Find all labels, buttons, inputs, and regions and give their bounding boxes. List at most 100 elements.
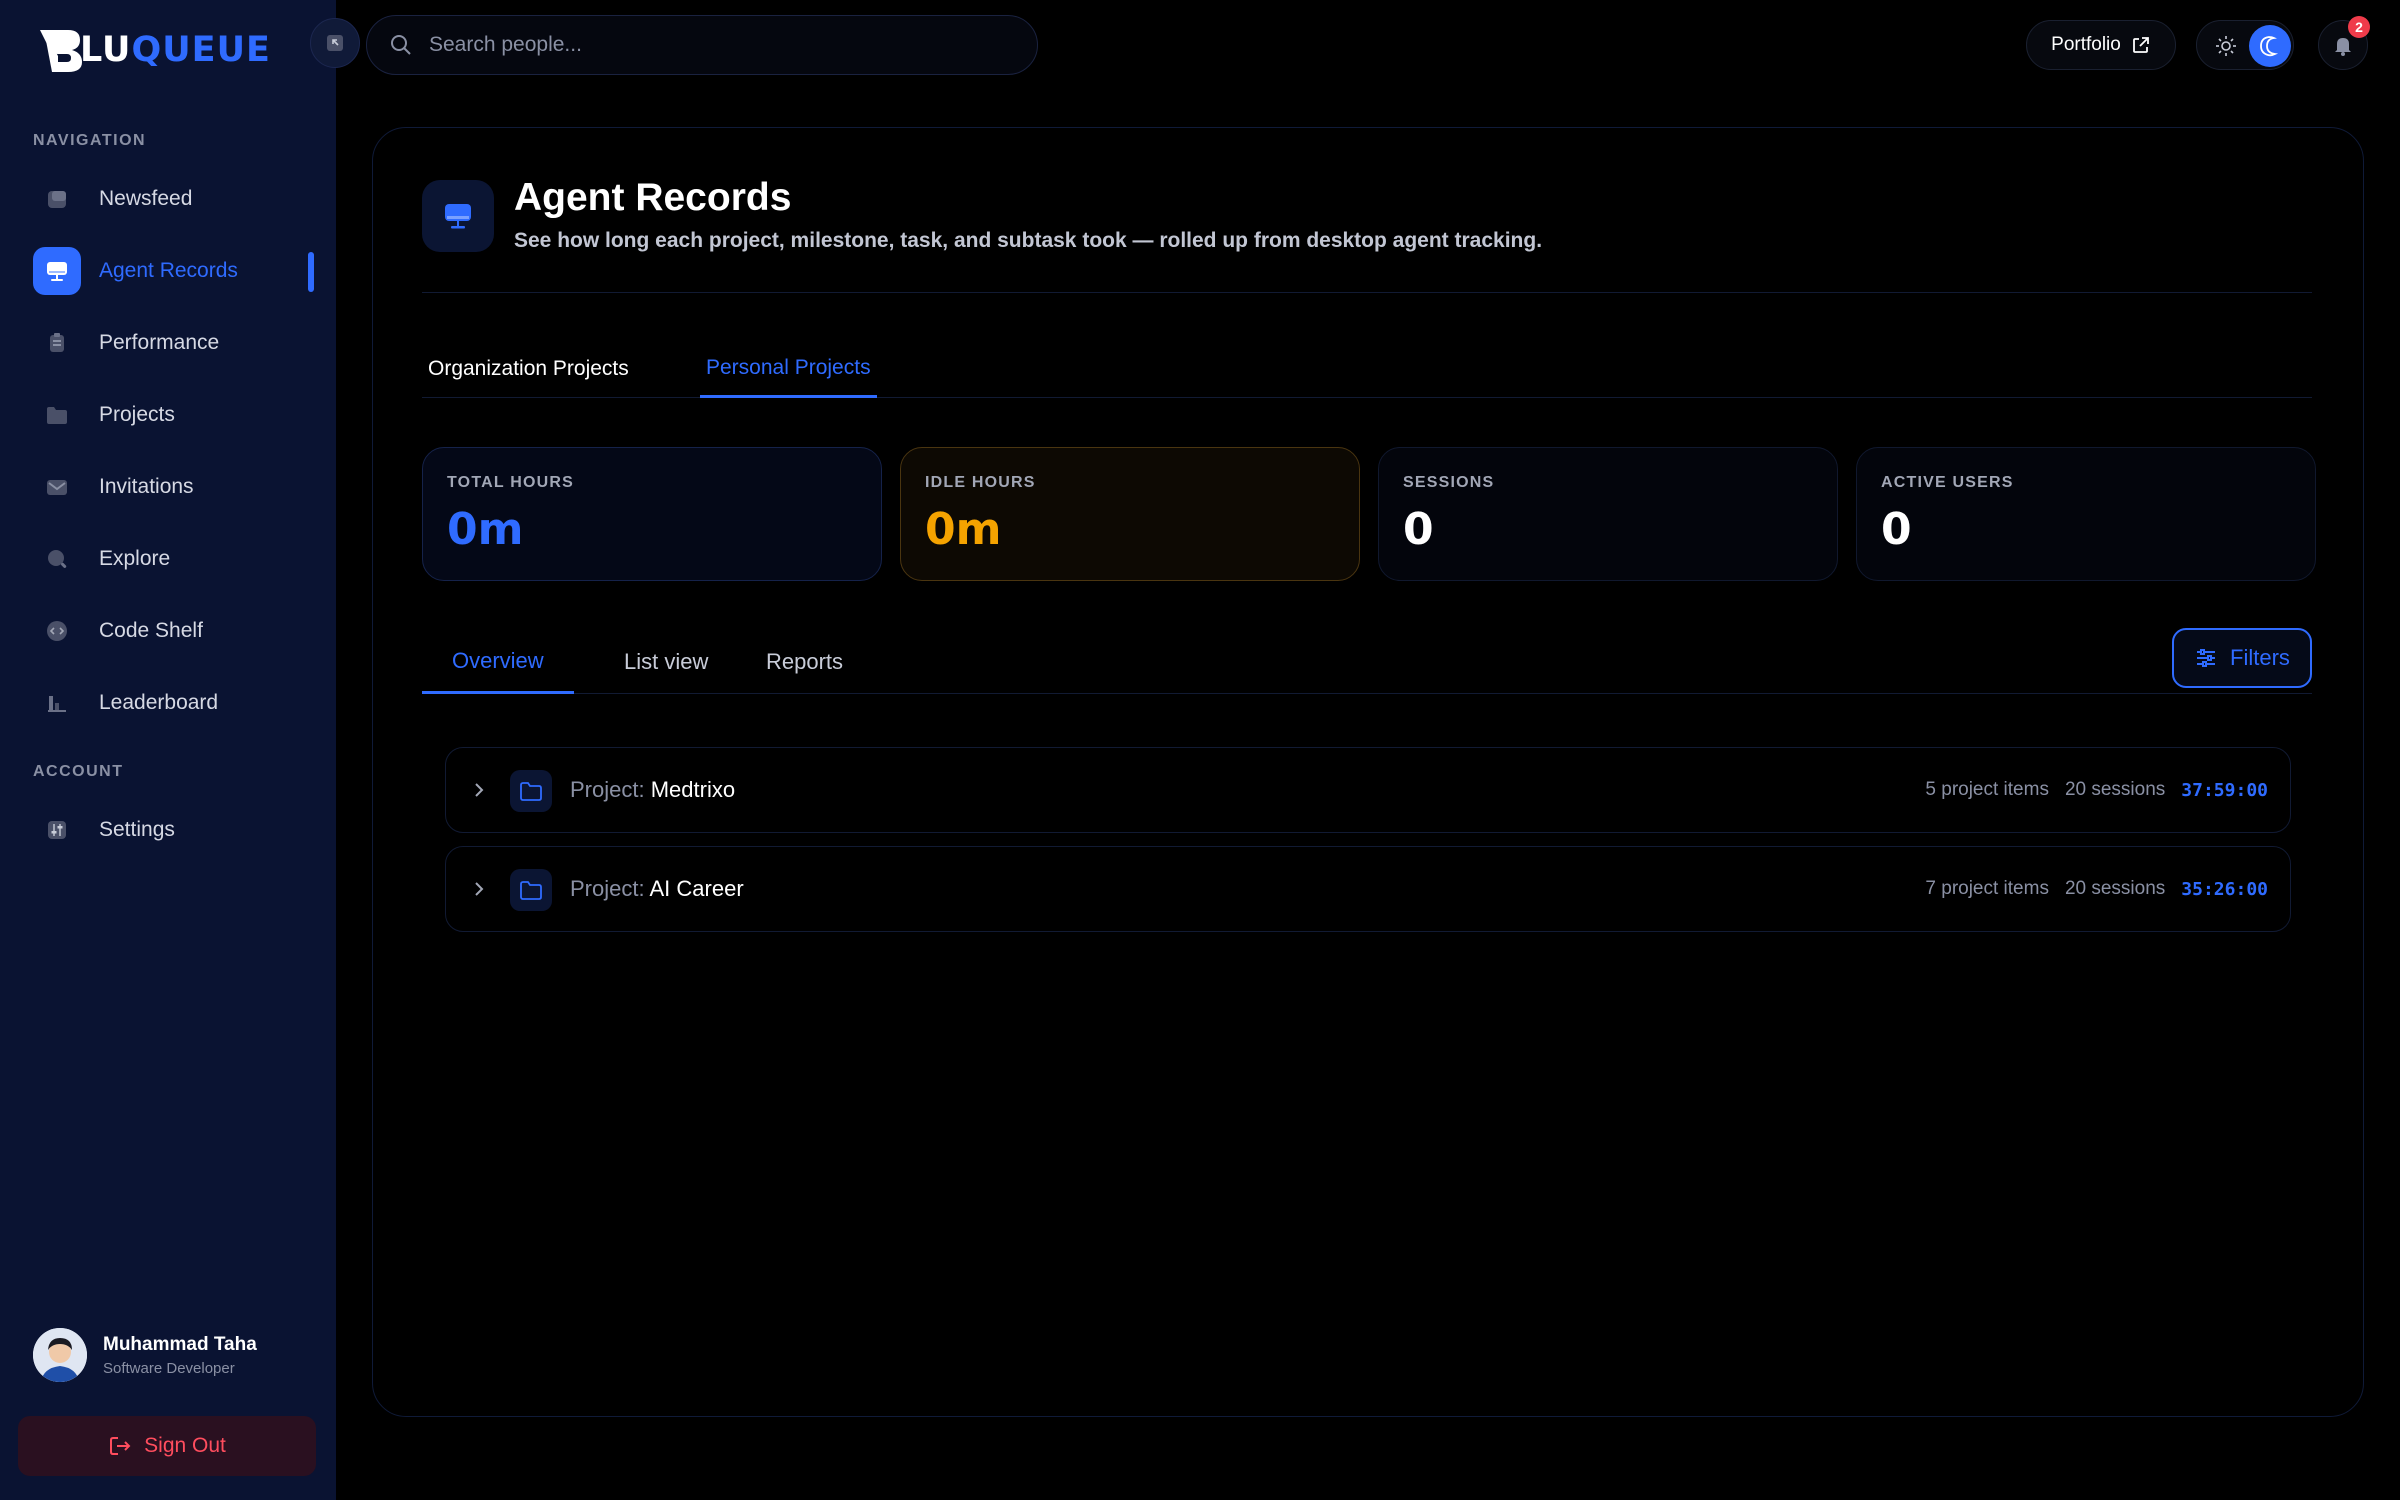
sun-icon[interactable] [2207,27,2245,65]
bell-icon [2335,38,2351,56]
stat-total-hours: TOTAL HOURS 0m [422,447,882,581]
tab-personal-projects[interactable]: Personal Projects [700,340,877,398]
project-items: 7 project items [1925,878,2049,899]
stat-label: IDLE HOURS [925,474,1036,491]
sidebar-item-label: Leaderboard [99,691,219,714]
user-role: Software Developer [103,1359,235,1377]
project-scope-tabs: Organization Projects Personal Projects [422,340,2312,398]
sidebar-item-settings[interactable]: Settings [33,806,313,854]
folder-icon [33,391,81,439]
stat-value: 0m [925,504,1002,555]
moon-icon[interactable] [2249,25,2291,67]
chevron-right-icon[interactable] [472,779,486,801]
sidebar-item-label: Agent Records [99,259,238,282]
stat-idle-hours: IDLE HOURS 0m [900,447,1360,581]
clipboard-icon [33,319,81,367]
brand-queue: QUEUE [131,30,271,70]
sidebar-item-label: Code Shelf [99,619,203,642]
search-input[interactable] [429,33,989,57]
project-duration: 35:26:00 [2181,878,2268,900]
search-icon [33,535,81,583]
sidebar-item-label: Settings [99,818,175,841]
brand-lu: LU [80,30,132,70]
monitor-icon [422,180,494,252]
sidebar-item-performance[interactable]: Performance [33,319,313,367]
theme-toggle[interactable] [2196,20,2294,70]
newsfeed-icon [33,175,81,223]
project-items: 5 project items [1925,779,2049,800]
code-icon [33,607,81,655]
tab-list-view[interactable]: List view [594,630,738,694]
logout-icon [110,1437,131,1455]
sidebar-item-explore[interactable]: Explore [33,535,313,583]
view-tabs: Overview List view Reports [422,630,2312,694]
project-sessions: 20 sessions [2064,878,2166,899]
settings-icon [33,806,81,854]
tab-reports[interactable]: Reports [736,630,873,694]
stat-value: 0m [447,504,524,555]
external-link-icon [2132,37,2149,53]
chevron-right-icon[interactable] [472,878,486,900]
stat-value: 0 [1403,504,1434,555]
sidebar-item-invitations[interactable]: Invitations [33,463,313,511]
project-duration: 37:59:00 [2181,779,2268,801]
project-name: Project: AI Career [570,876,744,902]
filters-label: Filters [2230,645,2290,670]
mail-icon [33,463,81,511]
project-sessions: 20 sessions [2064,779,2166,800]
stat-sessions: SESSIONS 0 [1378,447,1838,581]
project-title: Medtrixo [650,777,736,802]
tab-organization-projects[interactable]: Organization Projects [422,340,635,398]
tab-overview[interactable]: Overview [422,630,574,694]
divider [422,292,2312,293]
stat-label: TOTAL HOURS [447,474,574,491]
project-title: AI Career [649,876,744,901]
project-meta: 7 project items 20 sessions 35:26:00 [1925,878,2268,900]
logo-mark-icon [40,30,82,72]
collapse-sidebar-button[interactable] [310,18,360,68]
sliders-icon [2197,649,2216,667]
notification-badge: 2 [2348,16,2370,38]
portfolio-label: Portfolio [2051,34,2121,55]
stat-value: 0 [1881,504,1912,555]
project-row[interactable]: Project: AI Career 7 project items 20 se… [445,846,2291,932]
brand-logo[interactable]: LU QUEUE [38,26,271,74]
user-name: Muhammad Taha [103,1333,257,1355]
project-prefix: Project: [570,876,645,901]
sidebar-item-leaderboard[interactable]: Leaderboard [33,679,313,727]
sidebar-item-label: Invitations [99,475,194,498]
nav-heading: NAVIGATION [33,132,147,149]
account-heading: ACCOUNT [33,763,124,780]
sidebar-item-label: Projects [99,403,175,426]
sidebar: LU QUEUE NAVIGATION Newsfeed Agent Record… [0,0,336,1500]
sidebar-item-agent-records[interactable]: Agent Records [33,247,313,295]
stat-active-users: ACTIVE USERS 0 [1856,447,2316,581]
portfolio-button[interactable]: Portfolio [2026,20,2176,70]
stat-label: SESSIONS [1403,474,1495,491]
sidebar-item-newsfeed[interactable]: Newsfeed [33,175,313,223]
project-prefix: Project: [570,777,645,802]
sidebar-item-projects[interactable]: Projects [33,391,313,439]
folder-icon [510,869,552,911]
folder-icon [510,770,552,812]
filters-button[interactable]: Filters [2172,628,2312,688]
search-bar[interactable] [366,15,1038,75]
page-subtitle: See how long each project, milestone, ta… [514,229,1543,252]
user-card[interactable]: Muhammad Taha Software Developer [33,1328,257,1382]
chart-icon [33,679,81,727]
project-row[interactable]: Project: Medtrixo 5 project items 20 ses… [445,747,2291,833]
collapse-icon [327,35,343,51]
sign-out-label: Sign Out [144,1434,226,1457]
sign-out-button[interactable]: Sign Out [18,1416,316,1476]
avatar [33,1328,87,1382]
project-meta: 5 project items 20 sessions 37:59:00 [1925,779,2268,801]
sidebar-item-code-shelf[interactable]: Code Shelf [33,607,313,655]
sidebar-item-label: Newsfeed [99,187,193,210]
sidebar-item-label: Explore [99,547,171,570]
page-title: Agent Records [514,176,792,219]
project-name: Project: Medtrixo [570,777,735,803]
active-indicator [308,252,314,292]
stat-label: ACTIVE USERS [1881,474,2014,491]
search-icon [391,35,411,55]
sidebar-item-label: Performance [99,331,220,354]
